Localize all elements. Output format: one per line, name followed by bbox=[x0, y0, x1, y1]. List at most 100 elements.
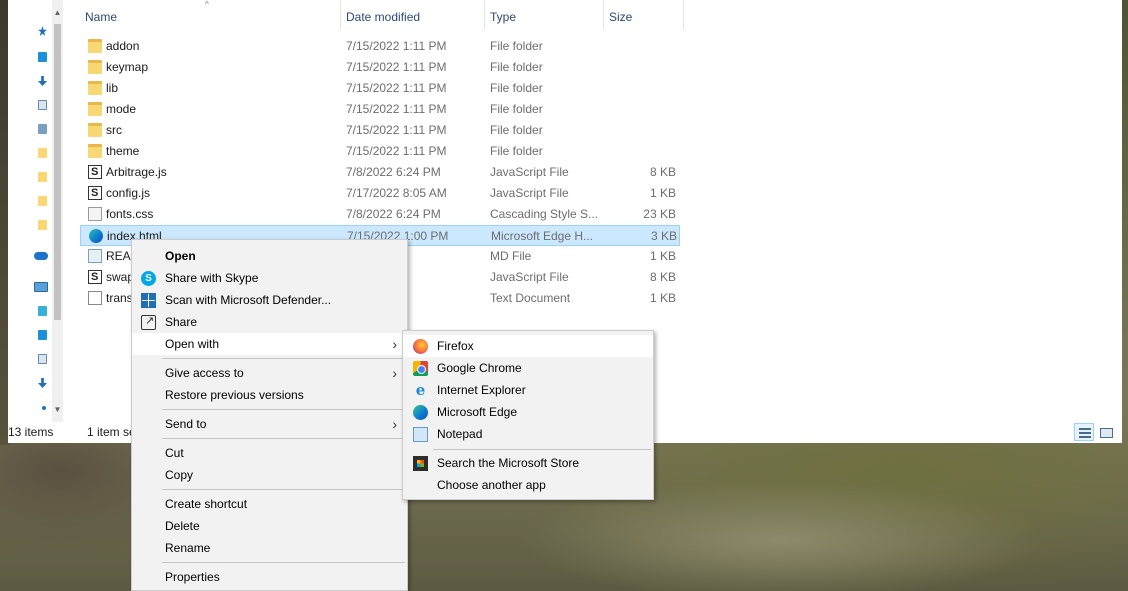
file-date-modified: 7/15/2022 1:11 PM bbox=[346, 144, 447, 158]
menu-separator bbox=[162, 562, 405, 563]
folder-icon bbox=[88, 144, 102, 158]
pictures-icon[interactable] bbox=[38, 124, 47, 134]
menu-item-share[interactable]: Share bbox=[132, 310, 407, 333]
folder-icon bbox=[88, 39, 102, 53]
folder-icon[interactable] bbox=[38, 148, 47, 158]
submenu-item-firefox[interactable]: Firefox bbox=[403, 335, 653, 357]
menu-item-label: Share bbox=[165, 315, 198, 329]
large-icons-view-button[interactable] bbox=[1096, 423, 1116, 441]
folder-icon bbox=[88, 102, 102, 116]
menu-item-label: Copy bbox=[165, 468, 194, 482]
menu-item-send-to[interactable]: Send to › bbox=[132, 413, 407, 435]
3d-objects-icon[interactable] bbox=[38, 306, 47, 316]
folder-icon[interactable] bbox=[38, 220, 47, 230]
open-with-submenu: Firefox Google Chrome e Internet Explore… bbox=[402, 330, 654, 500]
menu-item-give-access[interactable]: Give access to › bbox=[132, 362, 407, 384]
menu-item-create-shortcut[interactable]: Create shortcut bbox=[132, 493, 407, 515]
menu-item-share-with-skype[interactable]: S Share with Skype bbox=[132, 267, 407, 289]
navigation-pane[interactable]: ▲ ▼ bbox=[8, 0, 63, 422]
folder-icon bbox=[88, 81, 102, 95]
file-row[interactable]: mode 7/15/2022 1:11 PM File folder bbox=[80, 99, 680, 120]
edge-icon bbox=[413, 405, 428, 420]
file-row[interactable]: addon 7/15/2022 1:11 PM File folder bbox=[80, 36, 680, 57]
submenu-item-choose-another-app[interactable]: Choose another app bbox=[403, 474, 653, 496]
menu-item-scan-defender[interactable]: Scan with Microsoft Defender... bbox=[132, 289, 407, 311]
menu-item-label: Search the Microsoft Store bbox=[437, 456, 580, 470]
menu-item-label: Firefox bbox=[437, 339, 474, 353]
menu-item-rename[interactable]: Rename bbox=[132, 537, 407, 559]
file-row[interactable]: lib 7/15/2022 1:11 PM File folder bbox=[80, 78, 680, 99]
column-divider[interactable] bbox=[683, 0, 684, 30]
js-file-icon bbox=[88, 183, 102, 204]
chevron-right-icon: › bbox=[392, 365, 397, 381]
desktop-icon[interactable] bbox=[38, 52, 47, 62]
file-type: File folder bbox=[490, 123, 543, 137]
file-row[interactable]: src 7/15/2022 1:11 PM File folder bbox=[80, 120, 680, 141]
file-name: src bbox=[106, 123, 122, 137]
file-date-modified: 7/17/2022 8:05 AM bbox=[346, 186, 447, 200]
file-size: 1 KB bbox=[649, 291, 676, 305]
file-row[interactable]: Arbitrage.js 7/8/2022 6:24 PM JavaScript F… bbox=[80, 162, 680, 183]
documents-icon[interactable] bbox=[38, 100, 47, 110]
chevron-right-icon: › bbox=[392, 336, 397, 352]
navigation-scrollbar[interactable]: ▲ ▼ bbox=[52, 0, 63, 422]
file-size: 1 KB bbox=[649, 249, 676, 263]
quick-access-star-icon[interactable] bbox=[38, 26, 47, 36]
menu-item-label: Give access to bbox=[165, 366, 244, 380]
skype-icon: S bbox=[141, 271, 156, 286]
column-header-date-modified[interactable]: Date modified bbox=[341, 6, 484, 28]
menu-item-properties[interactable]: Properties bbox=[132, 566, 407, 588]
menu-item-restore-versions[interactable]: Restore previous versions bbox=[132, 384, 407, 406]
submenu-item-microsoft-edge[interactable]: Microsoft Edge bbox=[403, 401, 653, 423]
submenu-item-internet-explorer[interactable]: e Internet Explorer bbox=[403, 379, 653, 401]
downloads-icon[interactable] bbox=[38, 76, 47, 86]
folder-icon[interactable] bbox=[38, 196, 47, 206]
documents-icon[interactable] bbox=[38, 354, 47, 364]
folder-icon[interactable] bbox=[38, 172, 47, 182]
css-file-icon bbox=[88, 207, 102, 221]
submenu-item-search-store[interactable]: Search the Microsoft Store bbox=[403, 452, 653, 474]
file-name: trans bbox=[106, 291, 133, 305]
details-view-button[interactable] bbox=[1074, 423, 1094, 441]
edge-file-icon bbox=[89, 229, 103, 243]
menu-item-label: Internet Explorer bbox=[437, 383, 526, 397]
onedrive-icon[interactable] bbox=[34, 252, 48, 260]
menu-item-label: Google Chrome bbox=[437, 361, 522, 375]
downloads-icon[interactable] bbox=[38, 378, 47, 388]
menu-item-copy[interactable]: Copy bbox=[132, 464, 407, 486]
defender-icon bbox=[141, 293, 156, 308]
file-type: File folder bbox=[490, 81, 543, 95]
submenu-item-google-chrome[interactable]: Google Chrome bbox=[403, 357, 653, 379]
menu-item-open-with[interactable]: Open with › bbox=[132, 333, 407, 355]
file-date-modified: 7/8/2022 6:24 PM bbox=[346, 165, 441, 179]
file-size: 1 KB bbox=[649, 186, 676, 200]
file-row[interactable]: theme 7/15/2022 1:11 PM File folder bbox=[80, 141, 680, 162]
column-header-type[interactable]: Type bbox=[485, 6, 603, 28]
folder-icon bbox=[88, 60, 102, 74]
column-header-size[interactable]: Size bbox=[604, 6, 684, 28]
menu-item-cut[interactable]: Cut bbox=[132, 442, 407, 464]
column-header-name[interactable]: Name bbox=[80, 6, 340, 28]
scroll-down-icon[interactable]: ▼ bbox=[52, 405, 63, 414]
file-row[interactable]: keymap 7/15/2022 1:11 PM File folder bbox=[80, 57, 680, 78]
scroll-up-icon[interactable]: ▲ bbox=[52, 8, 63, 17]
file-size: 23 KB bbox=[643, 207, 676, 221]
music-icon[interactable] bbox=[42, 406, 46, 410]
file-row[interactable]: fonts.css 7/8/2022 6:24 PM Cascading Style… bbox=[80, 204, 680, 225]
file-name: config.js bbox=[106, 186, 151, 200]
text-file-icon bbox=[88, 291, 102, 305]
file-row[interactable]: config.js 7/17/2022 8:05 AM JavaScript Fil… bbox=[80, 183, 680, 204]
scrollbar-thumb[interactable] bbox=[54, 24, 61, 320]
menu-item-label: Microsoft Edge bbox=[437, 405, 518, 419]
desktop-icon[interactable] bbox=[38, 330, 47, 340]
this-pc-icon[interactable] bbox=[34, 282, 48, 292]
file-type: File folder bbox=[490, 60, 543, 74]
file-name: addon bbox=[106, 39, 140, 53]
menu-item-delete[interactable]: Delete bbox=[132, 515, 407, 537]
submenu-item-notepad[interactable]: Notepad bbox=[403, 423, 653, 445]
menu-item-open[interactable]: Open bbox=[132, 245, 407, 267]
menu-item-label: Open bbox=[165, 249, 196, 263]
folder-icon bbox=[88, 123, 102, 137]
js-file-icon bbox=[88, 267, 102, 288]
file-type: File folder bbox=[490, 39, 543, 53]
